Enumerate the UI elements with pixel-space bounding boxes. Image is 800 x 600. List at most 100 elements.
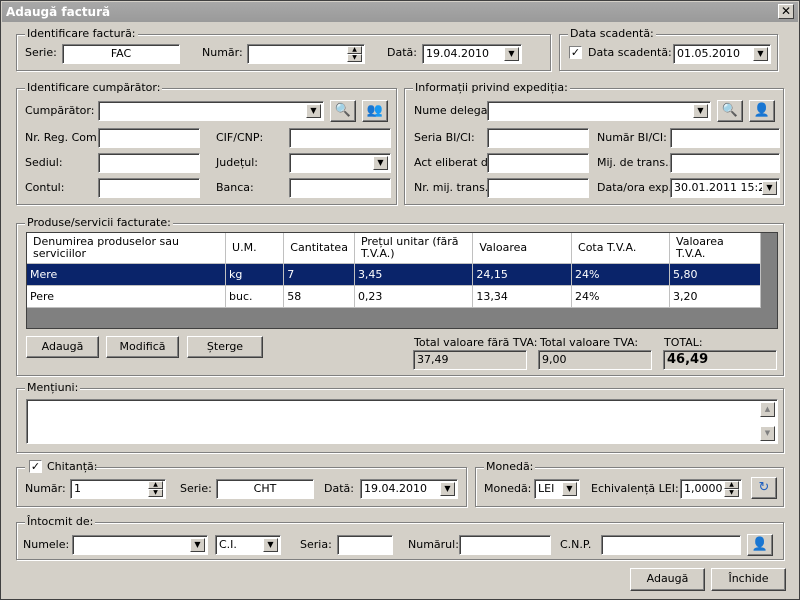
id-number-input[interactable] [670, 128, 780, 148]
spinner-icon[interactable]: ▲ ▼ [347, 46, 362, 62]
cif-input[interactable] [289, 128, 391, 148]
issuer-series-input[interactable] [337, 535, 393, 555]
notes-textarea[interactable]: ▲ ▼ [26, 399, 778, 444]
col-header-vat-rate[interactable]: Cota T.V.A. [571, 233, 671, 264]
shipping-group: Informații privind expediția: Nume deleg… [404, 81, 784, 205]
invoice-id-legend: Identificare factură: [25, 27, 138, 41]
cnp-label: C.N.P. [560, 538, 592, 551]
reg-label: Nr. Reg. Com.: [25, 131, 104, 144]
total-vat-label: Total valoare TVA: [540, 336, 639, 349]
equiv-stepper[interactable]: 1,0000 ▲ ▼ [680, 479, 742, 499]
receipt-number-stepper[interactable]: 1 ▲ ▼ [70, 479, 166, 499]
delegate-people-button[interactable]: 👤 [749, 100, 775, 122]
total-no-vat-value: 37,49 [413, 350, 527, 370]
invoice-date-picker[interactable]: 19.04.2010 ▼ [422, 44, 522, 64]
col-header-vat-value[interactable]: Valoarea T.V.A. [669, 233, 761, 264]
receipt-date-picker[interactable]: 19.04.2010 ▼ [360, 479, 458, 499]
chevron-down-icon[interactable]: ▼ [693, 104, 708, 118]
chevron-down-icon[interactable]: ▼ [306, 104, 321, 118]
currency-label: Monedă: [484, 482, 532, 495]
delegate-combo[interactable]: ▼ [487, 101, 711, 121]
magnifier-icon: 🔍 [334, 103, 352, 118]
notes-legend: Mențiuni: [25, 381, 81, 395]
add-product-button[interactable]: Adaugă [26, 336, 99, 358]
scroll-down-icon[interactable]: ▼ [760, 426, 775, 441]
county-select[interactable]: ▼ [289, 153, 391, 173]
table-row[interactable]: Mere kg 7 3,45 24,15 24% 5,80 [27, 263, 761, 286]
equiv-label: Echivalență LEI: [591, 482, 679, 495]
due-date-checkbox[interactable]: ✓ [569, 46, 582, 59]
due-date-picker[interactable]: 01.05.2010 ▼ [673, 44, 771, 64]
chevron-down-icon[interactable]: ▼ [562, 482, 577, 496]
spinner-icon[interactable]: ▲ ▼ [148, 481, 163, 497]
cell-value: 24,15 [472, 263, 573, 286]
cell-vat-rate: 24% [571, 285, 671, 308]
buyer-combo[interactable]: ▼ [98, 101, 324, 121]
edit-product-button[interactable]: Modifică [106, 336, 179, 358]
reg-input[interactable] [98, 128, 200, 148]
invoice-dialog: Adaugă factură ✕ Identificare factură: S… [0, 0, 800, 600]
account-label: Contul: [25, 181, 65, 194]
title-bar[interactable]: Adaugă factură ✕ [2, 2, 798, 22]
cell-name: Mere [27, 263, 227, 286]
table-header-row: Denumirea produselor sau serviciilor U.M… [27, 233, 761, 264]
table-row[interactable]: Pere buc. 58 0,23 13,34 24% 3,20 [27, 285, 761, 308]
col-header-um[interactable]: U.M. [225, 233, 285, 264]
date-label: Dată: [387, 46, 417, 59]
account-input[interactable] [98, 178, 200, 198]
col-header-qty[interactable]: Cantitatea [283, 233, 355, 264]
receipt-series-input[interactable]: CHT [216, 479, 314, 499]
people-icon: 👤 [753, 103, 771, 118]
exchange-rate-button[interactable]: ↻ [751, 477, 777, 499]
cell-price: 3,45 [354, 263, 474, 286]
vehicle-input[interactable] [487, 178, 589, 198]
cnp-input[interactable] [601, 535, 741, 555]
issuer-number-label: Numărul: [408, 538, 459, 551]
series-input[interactable]: FAC [62, 44, 180, 64]
buyer-people-button[interactable]: 👥 [362, 100, 388, 122]
col-header-name[interactable]: Denumirea produselor sau serviciilor [27, 233, 227, 264]
number-stepper[interactable]: ▲ ▼ [247, 44, 365, 64]
chevron-down-icon[interactable]: ▼ [753, 47, 768, 61]
buyer-search-button[interactable]: 🔍 [330, 100, 356, 122]
due-date-legend: Data scadentă: [568, 27, 656, 41]
issuer-people-button[interactable]: 👤 [747, 534, 773, 556]
delete-product-button[interactable]: Șterge [187, 336, 263, 358]
col-header-value[interactable]: Valoarea [472, 233, 573, 264]
delegate-search-button[interactable]: 🔍 [717, 100, 743, 122]
chevron-down-icon[interactable]: ▼ [373, 156, 388, 170]
delegate-label: Nume delegat: [414, 104, 496, 117]
cell-value: 13,34 [472, 285, 573, 308]
spinner-icon[interactable]: ▲ ▼ [724, 481, 739, 497]
chevron-down-icon[interactable]: ▼ [504, 47, 519, 61]
col-header-price[interactable]: Prețul unitar (fără T.V.A.) [354, 233, 474, 264]
issuer-number-input[interactable] [459, 535, 551, 555]
transport-input[interactable] [670, 153, 780, 173]
transport-label: Mij. de trans.: [597, 156, 673, 169]
seat-input[interactable] [98, 153, 200, 173]
products-legend: Produse/servicii facturate: [25, 216, 173, 230]
chevron-down-icon[interactable]: ▼ [190, 538, 205, 552]
chevron-down-icon[interactable]: ▼ [440, 482, 455, 496]
close-dialog-button[interactable]: Închide [711, 568, 786, 591]
currency-select[interactable]: LEI ▼ [534, 479, 580, 499]
issuer-name-combo[interactable]: ▼ [72, 535, 208, 555]
currency-legend: Monedă: [484, 460, 536, 474]
save-invoice-button[interactable]: Adaugă [630, 568, 705, 591]
issued-input[interactable] [487, 153, 589, 173]
chevron-down-icon[interactable]: ▼ [263, 538, 278, 552]
total-vat-value: 9,00 [538, 350, 652, 370]
scroll-up-icon[interactable]: ▲ [760, 402, 775, 417]
close-button[interactable]: ✕ [778, 4, 794, 19]
ship-datetime-picker[interactable]: 30.01.2011 15:20 ▼ [670, 178, 780, 198]
doc-type-select[interactable]: C.I. ▼ [215, 535, 281, 555]
cell-qty: 58 [283, 285, 355, 308]
id-series-label: Seria BI/CI: [414, 131, 475, 144]
globe-refresh-icon: ↻ [758, 480, 770, 495]
id-series-input[interactable] [487, 128, 589, 148]
receipt-checkbox[interactable]: ✓ [29, 460, 42, 473]
bank-input[interactable] [289, 178, 391, 198]
receipt-legend: ✓ Chitanță: [25, 460, 98, 474]
shipping-legend: Informații privind expediția: [413, 81, 570, 95]
chevron-down-icon[interactable]: ▼ [762, 181, 777, 195]
